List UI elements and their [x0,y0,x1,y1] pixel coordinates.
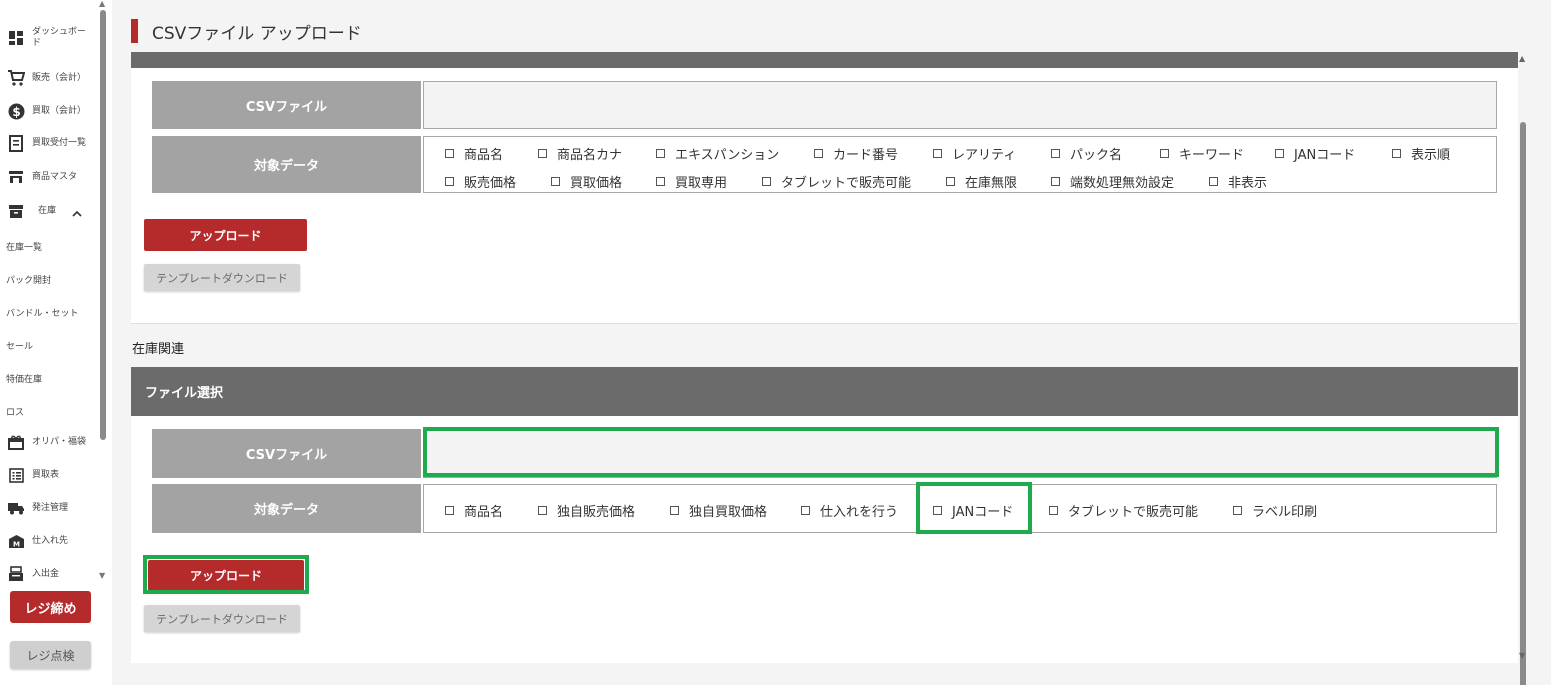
file-select-header: ファイル選択 [131,367,1518,416]
card-header [131,52,1518,68]
sidebar-item-suppliers[interactable]: M 仕入れ先 [6,532,68,550]
sidebar-item-label: オリパ・福袋 [32,436,87,447]
checkbox-tablet-sellable[interactable]: タブレットで販売可能 [762,172,911,191]
sidebar-item-label: 商品マスタ [32,171,78,182]
page-title: CSVファイル アップロード [131,19,362,44]
scroll-up-icon[interactable]: ▲ [99,0,105,8]
csv-file-label: CSVファイル [152,429,421,478]
scrollbar-thumb[interactable] [1520,122,1526,685]
csv-file-label: CSVファイル [152,81,421,129]
sidebar-item-purchase[interactable]: $ 買取（会計） [6,102,86,120]
main-scrollbar[interactable]: ▲ ▼ [1518,52,1528,685]
target-data-label: 対象データ [152,136,421,193]
dashboard-icon [6,29,26,47]
sidebar-subitem[interactable]: 特価在庫 [6,372,42,385]
sidebar-item-product-master[interactable]: 商品マスタ [6,168,77,186]
warehouse-icon: M [6,532,26,550]
sidebar-item-label: 仕入れ先 [32,535,69,546]
scroll-up-icon[interactable]: ▲ [1519,54,1525,63]
checkbox-do-purchase[interactable]: 仕入れを行う [801,501,898,520]
register-icon [6,565,26,583]
checkbox-hidden[interactable]: 非表示 [1209,172,1267,191]
checkbox-label-print[interactable]: ラベル印刷 [1233,501,1317,520]
sidebar-item-label: 入出金 [32,568,60,579]
list-icon [6,466,26,484]
checkbox-pack-name[interactable]: パック名 [1051,144,1122,163]
sidebar-item-label: 販売（会計） [32,72,87,83]
truck-icon [6,499,26,517]
sidebar-subitem[interactable]: パック開封 [6,273,51,286]
checkbox-infinite-stock[interactable]: 在庫無限 [946,172,1017,191]
sidebar-scrollbar[interactable]: ▲ ▼ [99,0,107,585]
checkbox-tablet-sellable[interactable]: タブレットで販売可能 [1049,501,1198,520]
sidebar-item-cash[interactable]: 入出金 [6,565,59,583]
cart-icon [6,69,26,87]
highlight-upload-button [143,555,309,594]
svg-text:$: $ [12,105,20,119]
section-label-inventory: 在庫関連 [132,342,185,357]
csv-file-input[interactable] [423,81,1497,129]
checkbox-buy-only[interactable]: 買取専用 [656,172,727,191]
highlight-csv-input [423,427,1499,477]
sidebar-item-dashboard[interactable]: ダッシュボード [6,27,90,49]
sidebar-item-label: 買取（会計） [32,105,87,116]
sidebar-item-label: 発注管理 [32,502,69,513]
checkbox-card-number[interactable]: カード番号 [814,144,898,163]
scroll-down-icon[interactable]: ▼ [99,572,105,580]
register-close-button[interactable]: レジ締め [10,591,91,623]
sidebar-item-oripa[interactable]: オリパ・福袋 [6,433,86,451]
receipt-icon [6,134,26,152]
sidebar-item-buy-table[interactable]: 買取表 [6,466,59,484]
sidebar-item-label: 在庫 [38,206,57,216]
dollar-icon: $ [6,102,26,120]
sidebar-item-purchase-list[interactable]: 買取受付一覧 [6,134,86,152]
sidebar-subitem[interactable]: ロス [6,405,24,418]
highlight-jan-checkbox [916,482,1032,534]
scroll-down-icon[interactable]: ▼ [1519,651,1525,660]
checkbox-sell-price[interactable]: 販売価格 [445,172,516,191]
gift-icon [6,433,26,451]
sidebar-subitem[interactable]: 在庫一覧 [6,240,42,253]
svg-text:M: M [13,540,20,548]
checkbox-rounding-disabled[interactable]: 端数処理無効設定 [1051,172,1174,191]
sidebar-item-orders[interactable]: 発注管理 [6,499,68,517]
chevron-up-icon[interactable] [72,202,82,221]
sidebar-item-label: 買取受付一覧 [32,137,87,148]
scrollbar-thumb[interactable] [100,10,106,440]
upload-button[interactable]: アップロード [144,219,307,251]
checkbox-product-name[interactable]: 商品名 [445,501,503,520]
sidebar-subitem[interactable]: バンドル・セット [6,306,78,319]
page-title-text: CSVファイル アップロード [152,23,362,44]
checkbox-product-kana[interactable]: 商品名カナ [538,144,622,163]
checkbox-jan-code[interactable]: JANコード [1275,144,1355,163]
checkbox-rarity[interactable]: レアリティ [933,144,1016,163]
template-download-button[interactable]: テンプレートダウンロード [144,264,300,291]
sidebar-subitem[interactable]: セール [6,339,33,352]
sidebar-item-inventory[interactable]: 在庫 [6,202,82,221]
upload-card-products: CSVファイル 対象データ 商品名 商品名カナ エキスパンション カード番号 レ… [131,52,1518,324]
checkbox-expansion[interactable]: エキスパンション [656,144,779,163]
checkbox-display-order[interactable]: 表示順 [1392,144,1450,163]
checkbox-product-name[interactable]: 商品名 [445,144,503,163]
archive-icon [6,203,26,221]
sidebar-item-sales[interactable]: 販売（会計） [6,69,86,87]
sidebar-item-label: ダッシュボード [32,27,87,48]
sidebar: ダッシュボード 販売（会計） $ 買取（会計） 買取受付一覧 商品マスタ 在庫 … [0,0,112,685]
checkbox-keyword[interactable]: キーワード [1160,144,1244,163]
target-data-label: 対象データ [152,484,421,533]
title-accent-bar [131,19,138,43]
checkbox-buy-price[interactable]: 買取価格 [551,172,622,191]
target-data-checkboxes: 商品名 商品名カナ エキスパンション カード番号 レアリティ パック名 キーワー… [423,136,1497,193]
checkbox-own-sell-price[interactable]: 独自販売価格 [538,501,635,520]
sidebar-item-label: 買取表 [32,469,60,480]
register-check-button[interactable]: レジ点検 [10,641,91,669]
checkbox-own-buy-price[interactable]: 独自買取価格 [670,501,767,520]
store-icon [6,168,26,186]
template-download-button[interactable]: テンプレートダウンロード [144,605,300,632]
